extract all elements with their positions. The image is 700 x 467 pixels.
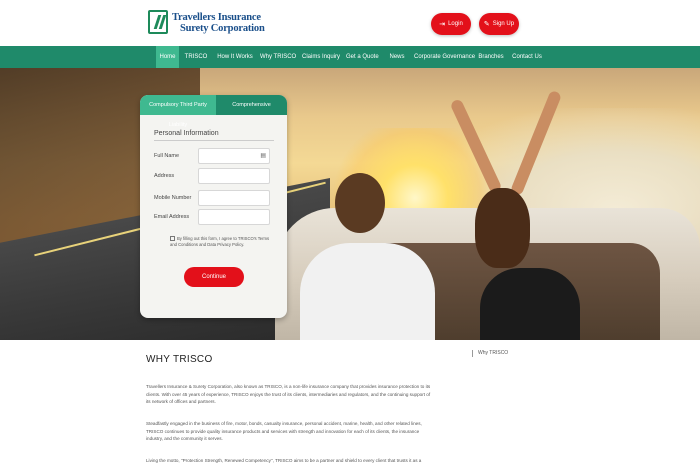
signup-button[interactable]: ✎ Sign Up bbox=[479, 13, 519, 35]
address-input[interactable] bbox=[198, 168, 270, 184]
mobile-number-input[interactable] bbox=[198, 190, 270, 206]
mobile-number-label: Mobile Number bbox=[154, 195, 192, 201]
id-card-icon: ▤ bbox=[260, 153, 266, 159]
form-title: Personal Information bbox=[154, 130, 219, 137]
consent-checkbox[interactable] bbox=[170, 236, 175, 241]
hero-banner-image bbox=[0, 68, 700, 340]
email-address-label: Email Address bbox=[154, 214, 190, 220]
login-button[interactable]: ⇥ Login bbox=[431, 13, 471, 35]
consent-text[interactable]: By filling out this form, I agree to TRI… bbox=[170, 236, 275, 248]
logo-text-line1: Travellers Insurance bbox=[172, 12, 261, 23]
paragraph-1: Travellers Insurance & Surety Corporatio… bbox=[146, 384, 431, 404]
nav-item-contact-us[interactable]: Contact Us bbox=[511, 46, 543, 68]
main-nav: Home TRISCO How It Works Why TRISCO Clai… bbox=[0, 46, 700, 68]
nav-item-home[interactable]: Home bbox=[156, 46, 179, 68]
full-name-input[interactable]: ▤ bbox=[198, 148, 270, 164]
edit-icon: ✎ bbox=[483, 21, 490, 28]
nav-item-trisco[interactable]: TRISCO bbox=[184, 46, 208, 68]
tab-comprehensive[interactable]: Comprehensive bbox=[216, 95, 287, 115]
full-name-label: Full Name bbox=[154, 153, 180, 159]
nav-item-why-trisco[interactable]: Why TRISCO bbox=[260, 46, 296, 68]
company-logo[interactable]: Travellers Insurance Surety Corporation bbox=[148, 10, 265, 36]
tab-ctpl[interactable]: Compulsory Third Party Liability bbox=[140, 95, 216, 128]
paragraph-2: Steadfastly engaged in the business of f… bbox=[146, 421, 422, 441]
continue-button[interactable]: Continue bbox=[184, 267, 244, 287]
site-header: Travellers Insurance Surety Corporation … bbox=[0, 0, 700, 46]
form-divider bbox=[154, 140, 274, 141]
signup-label: Sign Up bbox=[492, 21, 515, 27]
login-icon: ⇥ bbox=[439, 21, 446, 28]
email-address-input[interactable] bbox=[198, 209, 270, 225]
nav-item-corporate-governance[interactable]: Corporate Governance bbox=[414, 46, 475, 68]
nav-item-branches[interactable]: Branches bbox=[477, 46, 505, 68]
section-title: WHY TRISCO bbox=[146, 354, 213, 365]
nav-item-claims-inquiry[interactable]: Claims Inquiry bbox=[302, 46, 340, 68]
address-label: Address bbox=[154, 173, 175, 179]
logo-mark-icon bbox=[148, 10, 168, 34]
logo-text-line2: Surety Corporation bbox=[180, 23, 265, 34]
quote-form-card: Compulsory Third Party Liability Compreh… bbox=[140, 95, 287, 318]
paragraph-3: Living the motto, "Protection Strength, … bbox=[146, 458, 422, 463]
nav-item-news[interactable]: News bbox=[386, 46, 408, 68]
nav-item-get-a-quote[interactable]: Get a Quote bbox=[346, 46, 379, 68]
login-label: Login bbox=[448, 21, 463, 27]
nav-item-how-it-works[interactable]: How It Works bbox=[216, 46, 254, 68]
side-link-why-trisco[interactable]: Why TRISCO bbox=[471, 350, 508, 357]
